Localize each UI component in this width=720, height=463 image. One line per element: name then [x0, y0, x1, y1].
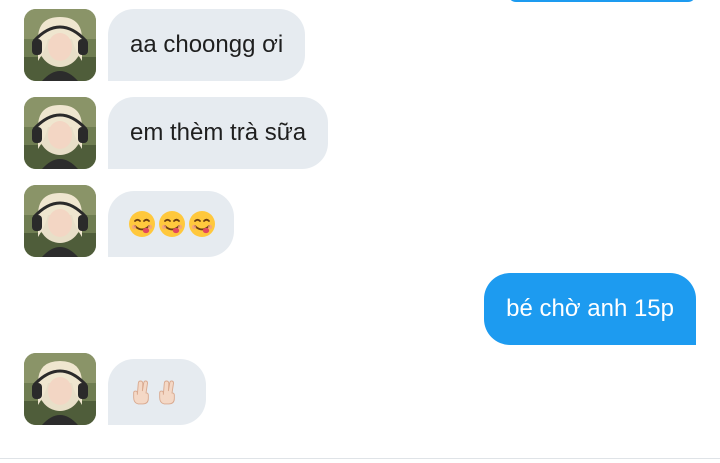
incoming-emoji-bubble[interactable] [108, 359, 206, 425]
message-text: aa choongg ơi [130, 31, 284, 58]
avatar[interactable] [24, 9, 96, 81]
face-savoring-food-icon [158, 210, 186, 238]
avatar[interactable] [24, 97, 96, 169]
outgoing-message-bubble[interactable]: bé chờ anh 15p [484, 273, 696, 345]
face-savoring-food-icon [128, 210, 156, 238]
message-text: em thèm trà sữa [130, 119, 307, 146]
previous-outgoing-bubble-edge [508, 0, 696, 2]
message-text: bé chờ anh 15p [506, 295, 674, 322]
incoming-message-bubble[interactable]: aa choongg ơi [108, 9, 306, 81]
avatar[interactable] [24, 185, 96, 257]
divider [0, 458, 720, 459]
crossed-fingers-icon [130, 379, 152, 405]
incoming-message-bubble[interactable]: em thèm trà sữa [108, 97, 329, 169]
incoming-emoji-bubble[interactable] [108, 191, 234, 257]
crossed-fingers-icon [156, 379, 178, 405]
avatar[interactable] [24, 353, 96, 425]
face-savoring-food-icon [188, 210, 216, 238]
